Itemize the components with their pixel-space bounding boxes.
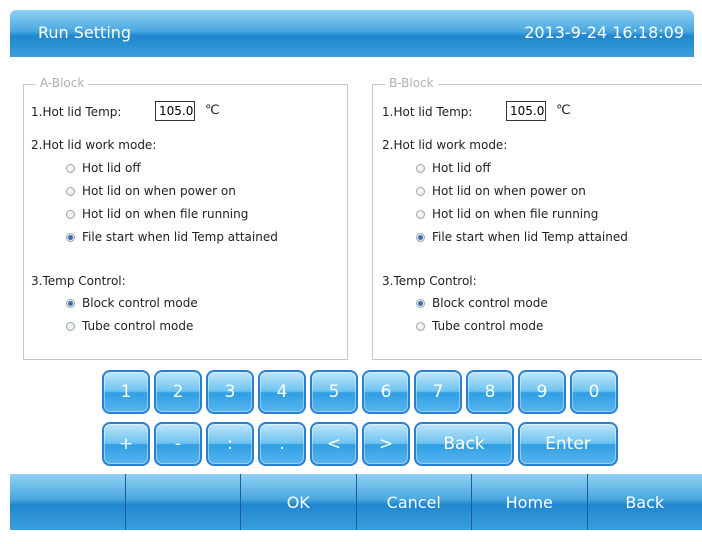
b-work-mode-radio-2[interactable]: Hot lid on when power on	[416, 184, 586, 198]
home-button[interactable]: Home	[472, 474, 588, 530]
a-work-mode-radio-4[interactable]: File start when lid Temp attained	[66, 230, 278, 244]
radio-label: Tube control mode	[82, 319, 193, 333]
b-work-mode-radio-1[interactable]: Hot lid off	[416, 161, 491, 175]
a-temp-control-label: 3.Temp Control:	[31, 274, 126, 288]
toolbar-slot-1[interactable]	[10, 474, 126, 530]
radio-label: Hot lid off	[432, 161, 491, 175]
radio-label: Hot lid on when power on	[82, 184, 236, 198]
key-dot[interactable]: .	[258, 422, 306, 466]
key-left[interactable]: <	[310, 422, 358, 466]
key-9[interactable]: 9	[518, 370, 566, 414]
bottom-toolbar: OK Cancel Home Back	[10, 474, 702, 530]
radio-selected-icon	[66, 299, 75, 308]
page-title: Run Setting	[38, 23, 131, 42]
radio-label: Hot lid on when file running	[432, 207, 598, 221]
a-temp-control-radio-1[interactable]: Block control mode	[66, 296, 198, 310]
back-button[interactable]: Back	[588, 474, 702, 530]
cancel-button-label: Cancel	[387, 468, 441, 538]
title-bar: Run Setting 2013-9-24 16:18:09	[10, 10, 694, 57]
key-7[interactable]: 7	[414, 370, 462, 414]
b-work-mode-label: 2.Hot lid work mode:	[382, 138, 507, 152]
key-2[interactable]: 2	[154, 370, 202, 414]
a-work-mode-radio-1[interactable]: Hot lid off	[66, 161, 141, 175]
a-work-mode-label: 2.Hot lid work mode:	[31, 138, 156, 152]
toolbar-slot-2[interactable]	[126, 474, 242, 530]
radio-icon	[416, 210, 425, 219]
home-button-label: Home	[506, 468, 553, 538]
ok-button[interactable]: OK	[241, 474, 357, 530]
radio-label: Hot lid on when file running	[82, 207, 248, 221]
b-temp-unit: ℃	[556, 103, 571, 118]
radio-icon	[66, 187, 75, 196]
radio-label: Hot lid on when power on	[432, 184, 586, 198]
radio-label: Hot lid off	[82, 161, 141, 175]
radio-selected-icon	[416, 233, 425, 242]
radio-label: Tube control mode	[432, 319, 543, 333]
b-block-legend: B-Block	[385, 76, 438, 90]
a-temp-control-radio-2[interactable]: Tube control mode	[66, 319, 193, 333]
a-work-mode-radio-3[interactable]: Hot lid on when file running	[66, 207, 248, 221]
key-1[interactable]: 1	[102, 370, 150, 414]
radio-icon	[66, 322, 75, 331]
key-6[interactable]: 6	[362, 370, 410, 414]
a-hot-lid-temp-input[interactable]: 105.0	[155, 101, 195, 121]
a-temp-unit: ℃	[205, 103, 220, 118]
cancel-button[interactable]: Cancel	[357, 474, 473, 530]
key-8[interactable]: 8	[466, 370, 514, 414]
radio-icon	[416, 187, 425, 196]
key-0[interactable]: 0	[570, 370, 618, 414]
key-back[interactable]: Back	[414, 422, 514, 466]
b-temp-control-label: 3.Temp Control:	[382, 274, 477, 288]
datetime-display: 2013-9-24 16:18:09	[524, 23, 684, 42]
b-hot-lid-temp-input[interactable]: 105.0	[506, 101, 546, 121]
key-5[interactable]: 5	[310, 370, 358, 414]
a-work-mode-radio-2[interactable]: Hot lid on when power on	[66, 184, 236, 198]
back-button-label: Back	[625, 468, 664, 538]
b-temp-control-radio-2[interactable]: Tube control mode	[416, 319, 543, 333]
key-4[interactable]: 4	[258, 370, 306, 414]
radio-icon	[66, 164, 75, 173]
a-block-panel: A-Block 1.Hot lid Temp: 105.0 ℃ 2.Hot li…	[23, 84, 348, 360]
key-right[interactable]: >	[362, 422, 410, 466]
a-hot-lid-temp-label: 1.Hot lid Temp:	[31, 105, 121, 119]
radio-icon	[66, 210, 75, 219]
key-minus[interactable]: -	[154, 422, 202, 466]
key-3[interactable]: 3	[206, 370, 254, 414]
radio-label: Block control mode	[82, 296, 198, 310]
b-work-mode-radio-3[interactable]: Hot lid on when file running	[416, 207, 598, 221]
radio-selected-icon	[66, 233, 75, 242]
radio-icon	[416, 164, 425, 173]
b-block-panel: B-Block 1.Hot lid Temp: 105.0 ℃ 2.Hot li…	[372, 84, 702, 360]
radio-icon	[416, 322, 425, 331]
radio-label: File start when lid Temp attained	[432, 230, 628, 244]
key-plus[interactable]: +	[102, 422, 150, 466]
b-hot-lid-temp-label: 1.Hot lid Temp:	[382, 105, 472, 119]
b-work-mode-radio-4[interactable]: File start when lid Temp attained	[416, 230, 628, 244]
radio-selected-icon	[416, 299, 425, 308]
b-temp-control-radio-1[interactable]: Block control mode	[416, 296, 548, 310]
ok-button-label: OK	[287, 468, 310, 538]
key-enter[interactable]: Enter	[518, 422, 618, 466]
radio-label: Block control mode	[432, 296, 548, 310]
a-block-legend: A-Block	[36, 76, 88, 90]
radio-label: File start when lid Temp attained	[82, 230, 278, 244]
key-colon[interactable]: :	[206, 422, 254, 466]
